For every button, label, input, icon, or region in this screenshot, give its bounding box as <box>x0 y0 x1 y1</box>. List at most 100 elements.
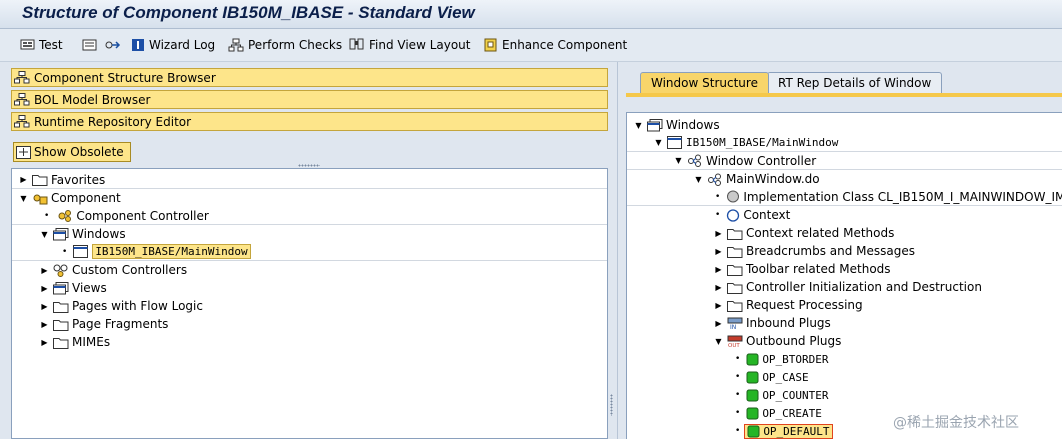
folder-icon <box>727 246 743 258</box>
perform-checks-label: Perform Checks <box>248 38 343 52</box>
tree-node-implementation-class[interactable]: • Implementation Class CL_IB150M_I_MAINW… <box>627 188 1062 206</box>
node-label: Toolbar related Methods <box>746 262 891 276</box>
tree-node-mainwindow-do[interactable]: ▼ MainWindow.do <box>627 170 819 188</box>
bol-model-browser-button[interactable]: BOL Model Browser <box>11 90 608 109</box>
leaf-bullet: • <box>735 426 741 436</box>
find-view-layout-label: Find View Layout <box>369 38 471 52</box>
windows-icon <box>647 118 663 131</box>
tree-node-windows[interactable]: ▼ Windows <box>12 225 125 243</box>
runtime-repository-editor-button[interactable]: Runtime Repository Editor <box>11 112 608 131</box>
test-label: Test <box>39 38 63 52</box>
navigate-button[interactable] <box>104 37 125 53</box>
node-label: Page Fragments <box>72 317 169 331</box>
expand-arrow-icon[interactable]: ▶ <box>713 318 724 329</box>
tab-window-structure[interactable]: Window Structure <box>640 72 769 93</box>
expand-arrow-icon[interactable]: ▶ <box>39 319 50 330</box>
tree-node-inbound-plugs[interactable]: ▶ IN Inbound Plugs <box>627 314 830 332</box>
enhance-component-label: Enhance Component <box>502 38 628 52</box>
tree-node-views[interactable]: ▶ Views <box>12 279 106 297</box>
tree-node-windows[interactable]: ▼ Windows <box>627 116 719 134</box>
leaf-bullet: • <box>735 408 741 418</box>
tree-node-window-controller[interactable]: ▼ Window Controller <box>627 152 1062 170</box>
folder-icon <box>53 301 69 313</box>
tree-node-controller-init[interactable]: ▶ Controller Initialization and Destruct… <box>627 278 982 296</box>
test-button[interactable]: Test <box>20 37 63 53</box>
windows-icon <box>53 227 69 240</box>
svg-text:OUT: OUT <box>728 343 740 348</box>
enhance-component-button[interactable]: Enhance Component <box>483 37 627 53</box>
tree-node-component-controller[interactable]: • Component Controller <box>12 207 607 225</box>
expand-arrow-icon[interactable]: ▶ <box>713 300 724 311</box>
tree-node-breadcrumbs[interactable]: ▶ Breadcrumbs and Messages <box>627 242 915 260</box>
layout-icon-button[interactable] <box>82 37 101 53</box>
tree-node-page-fragments[interactable]: ▶ Page Fragments <box>12 315 168 333</box>
expand-arrow-icon[interactable]: ▶ <box>39 265 50 276</box>
collapse-arrow-icon[interactable]: ▼ <box>633 120 644 131</box>
tree-node-main-window[interactable]: • IB150M_IBASE/MainWindow <box>12 243 607 261</box>
expand-arrow-icon[interactable]: ▶ <box>18 174 29 185</box>
green-status-icon <box>746 353 759 365</box>
collapse-arrow-icon[interactable]: ▼ <box>18 193 29 204</box>
tree-node-context-methods[interactable]: ▶ Context related Methods <box>627 224 894 242</box>
expand-arrow-icon[interactable]: ▶ <box>713 246 724 257</box>
tree-node-pages-flow-logic[interactable]: ▶ Pages with Flow Logic <box>12 297 203 315</box>
views-icon <box>53 281 69 294</box>
leaf-bullet: • <box>735 390 741 400</box>
vertical-splitter-handle[interactable] <box>610 394 613 416</box>
find-layout-icon <box>349 38 364 50</box>
collapse-arrow-icon[interactable]: ▼ <box>673 155 684 166</box>
collapse-arrow-icon[interactable]: ▼ <box>693 174 704 185</box>
folder-icon <box>727 228 743 240</box>
expand-arrow-icon[interactable]: ▶ <box>713 264 724 275</box>
tree-node-plug[interactable]: • OP_CREATE <box>627 404 822 422</box>
tree-node-plug[interactable]: • OP_COUNTER <box>627 386 829 404</box>
tab-rt-rep-details[interactable]: RT Rep Details of Window <box>767 72 943 93</box>
node-label: MIMEs <box>72 335 111 349</box>
class-icon <box>727 190 740 203</box>
tree-node-plug-selected[interactable]: • OP_DEFAULT <box>627 422 833 439</box>
wizard-log-button[interactable]: Wizard Log <box>131 37 215 53</box>
splitter-handle[interactable] <box>298 164 320 167</box>
tree-node-plug[interactable]: • OP_BTORDER <box>627 350 829 368</box>
leaf-bullet: • <box>44 210 50 221</box>
collapse-arrow-icon[interactable]: ▼ <box>713 336 724 347</box>
browser-label: Component Structure Browser <box>34 70 216 85</box>
tree-node-context[interactable]: • Context <box>627 206 790 224</box>
tree-node-mimes[interactable]: ▶ MIMEs <box>12 333 110 351</box>
node-label: Window Controller <box>706 153 817 168</box>
tree-node-plug[interactable]: • OP_CASE <box>627 368 809 386</box>
expand-arrow-icon[interactable]: ▶ <box>39 301 50 312</box>
window-title: Structure of Component IB150M_IBASE - St… <box>22 3 475 22</box>
component-structure-browser-button[interactable]: Component Structure Browser <box>11 68 608 87</box>
collapse-arrow-icon[interactable]: ▼ <box>653 137 664 148</box>
folder-icon <box>32 175 48 186</box>
tree-node-favorites[interactable]: ▶ Favorites <box>12 171 607 189</box>
folder-icon <box>727 282 743 294</box>
outbound-plug-icon: OUT <box>727 335 743 348</box>
expand-arrow-icon[interactable]: ▶ <box>39 337 50 348</box>
hierarchy-icon <box>14 71 30 84</box>
perform-checks-button[interactable]: Perform Checks <box>228 37 342 53</box>
tree-node-main-window[interactable]: ▼ IB150M_IBASE/MainWindow <box>627 134 1062 152</box>
node-label: Implementation Class CL_IB150M_I_MAINWIN… <box>743 189 1062 204</box>
window-icon <box>73 245 89 258</box>
right-panel: Window Structure RT Rep Details of Windo… <box>617 62 1062 439</box>
node-label: Component <box>51 191 121 205</box>
tree-node-component[interactable]: ▼ Component <box>12 189 121 207</box>
tree-node-outbound-plugs[interactable]: ▼ OUT Outbound Plugs <box>627 332 841 350</box>
controller-icon <box>58 210 72 222</box>
expand-arrow-icon[interactable]: ▶ <box>713 228 724 239</box>
tree-node-request-processing[interactable]: ▶ Request Processing <box>627 296 862 314</box>
selection-highlight: OP_DEFAULT <box>744 423 833 439</box>
collapse-arrow-icon[interactable]: ▼ <box>39 229 50 240</box>
show-obsolete-icon <box>16 145 31 159</box>
show-obsolete-button[interactable]: Show Obsolete <box>13 142 131 162</box>
expand-arrow-icon[interactable]: ▶ <box>39 283 50 294</box>
find-view-layout-button[interactable]: Find View Layout <box>349 37 470 53</box>
node-label: Context related Methods <box>746 226 895 240</box>
tree-node-custom-controllers[interactable]: ▶ Custom Controllers <box>12 261 187 279</box>
leaf-bullet: • <box>735 372 741 382</box>
expand-arrow-icon[interactable]: ▶ <box>713 282 724 293</box>
tree-node-toolbar-methods[interactable]: ▶ Toolbar related Methods <box>627 260 891 278</box>
wizard-log-label: Wizard Log <box>149 38 216 52</box>
